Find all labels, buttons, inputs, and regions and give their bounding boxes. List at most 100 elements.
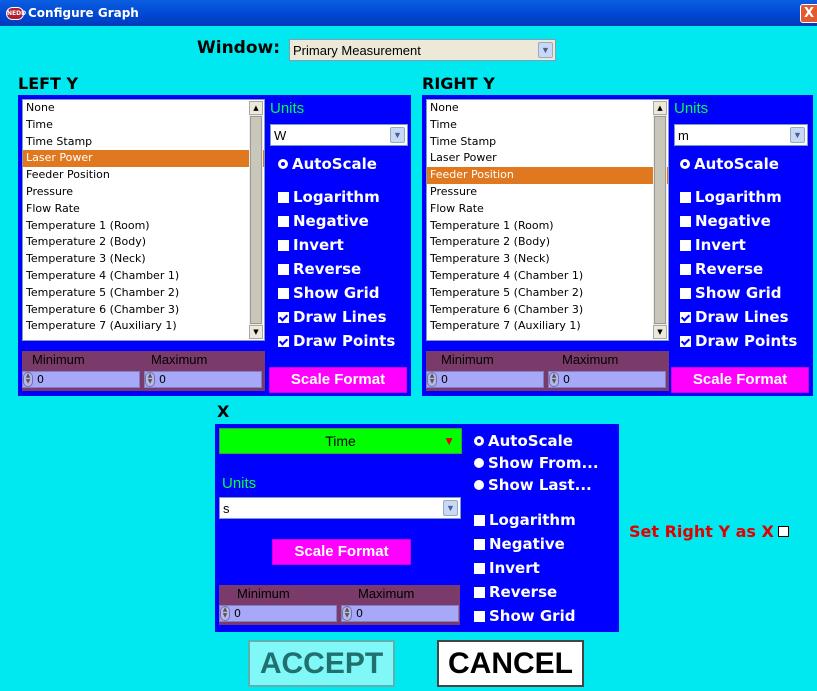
scroll-down-icon[interactable]: ▼	[249, 325, 263, 339]
list-item[interactable]: Laser Power	[23, 150, 264, 168]
right-y-negative-label: Negative	[695, 212, 771, 230]
list-item[interactable]: Temperature 5 (Chamber 2)	[23, 285, 264, 302]
right-y-show-grid-checkbox[interactable]: Show Grid	[680, 284, 781, 302]
scroll-up-icon[interactable]: ▲	[653, 101, 667, 115]
caret-down-icon[interactable]: ▼	[443, 429, 455, 453]
list-item[interactable]: Temperature 5 (Chamber 2)	[427, 285, 668, 302]
list-item[interactable]: Temperature 1 (Room)	[23, 218, 264, 235]
spinner-icon[interactable]: ▲ ▼	[427, 372, 437, 387]
spinner-icon[interactable]: ▲ ▼	[145, 372, 155, 387]
scroll-thumb[interactable]	[654, 116, 666, 324]
list-item[interactable]: Temperature 4 (Chamber 1)	[427, 268, 668, 285]
x-max-input[interactable]: ▲ ▼ 0	[341, 605, 459, 622]
scroll-thumb[interactable]	[250, 116, 262, 324]
window-select[interactable]: Primary Measurement ▼	[289, 39, 556, 61]
x-reverse-checkbox[interactable]: Reverse	[474, 583, 557, 601]
x-show-last-radio[interactable]: Show Last...	[474, 476, 592, 494]
x-show-grid-checkbox[interactable]: Show Grid	[474, 607, 575, 625]
left-y-logarithm-checkbox[interactable]: Logarithm	[278, 188, 380, 206]
left-y-min-input[interactable]: ▲ ▼ 0	[22, 371, 140, 388]
list-item[interactable]: Temperature 3 (Neck)	[427, 251, 668, 268]
left-y-autoscale-radio[interactable]: AutoScale	[278, 155, 377, 173]
list-item[interactable]: Pressure	[427, 184, 668, 201]
checkbox-icon[interactable]	[777, 526, 789, 537]
cancel-button[interactable]: CANCEL	[437, 640, 584, 687]
list-item[interactable]: Temperature 2 (Body)	[23, 234, 264, 251]
chevron-down-icon[interactable]: ▼	[790, 127, 805, 143]
spinner-icon[interactable]: ▲ ▼	[549, 372, 559, 387]
list-item[interactable]: Temperature 4 (Chamber 1)	[23, 268, 264, 285]
list-item[interactable]: Temperature 1 (Room)	[427, 218, 668, 235]
list-item[interactable]: None	[427, 100, 668, 117]
x-autoscale-radio[interactable]: AutoScale	[474, 432, 573, 450]
list-item[interactable]: Temperature 7 (Auxiliary 1)	[427, 318, 668, 335]
right-y-source-list[interactable]: None Time Time Stamp Laser Power Feeder Posi…	[426, 99, 669, 341]
right-y-heading: RIGHT Y	[422, 74, 495, 93]
checkbox-icon	[680, 287, 691, 299]
left-y-max-input[interactable]: ▲ ▼ 0	[144, 371, 262, 388]
left-y-scrollbar[interactable]: ▲ ▼	[249, 101, 263, 339]
list-item[interactable]: Feeder Position	[23, 167, 264, 184]
spinner-icon[interactable]: ▲ ▼	[23, 372, 33, 387]
right-y-autoscale-radio[interactable]: AutoScale	[680, 155, 779, 173]
list-item[interactable]: Temperature 3 (Neck)	[23, 251, 264, 268]
spinner-icon[interactable]: ▲ ▼	[342, 606, 352, 621]
left-y-invert-checkbox[interactable]: Invert	[278, 236, 344, 254]
right-y-units-select[interactable]: m ▼	[674, 124, 808, 146]
scroll-up-icon[interactable]: ▲	[249, 101, 263, 115]
chevron-down-icon[interactable]: ▼	[443, 500, 458, 516]
list-item[interactable]: Feeder Position	[427, 167, 668, 184]
right-y-reverse-checkbox[interactable]: Reverse	[680, 260, 763, 278]
list-item[interactable]: Time	[427, 117, 668, 134]
list-item[interactable]: Flow Rate	[427, 201, 668, 218]
list-item[interactable]: None	[23, 100, 264, 117]
list-item[interactable]: Pressure	[23, 184, 264, 201]
right-y-draw-points-checkbox[interactable]: Draw Points	[680, 332, 797, 350]
accept-button[interactable]: ACCEPT	[248, 640, 395, 687]
left-y-source-list[interactable]: None Time Time Stamp Laser Power Feeder Posi…	[22, 99, 265, 341]
left-y-draw-points-checkbox[interactable]: Draw Points	[278, 332, 395, 350]
radio-icon	[474, 480, 484, 490]
checkbox-icon	[278, 287, 289, 299]
right-y-scale-format-button[interactable]: Scale Format	[671, 367, 809, 393]
x-show-from-radio[interactable]: Show From...	[474, 454, 599, 472]
x-logarithm-checkbox[interactable]: Logarithm	[474, 511, 576, 529]
left-y-reverse-checkbox[interactable]: Reverse	[278, 260, 361, 278]
left-y-scale-format-button[interactable]: Scale Format	[269, 367, 407, 393]
list-item[interactable]: Temperature 6 (Chamber 3)	[23, 302, 264, 319]
chevron-down-icon[interactable]: ▼	[390, 127, 405, 143]
list-item[interactable]: Temperature 6 (Chamber 3)	[427, 302, 668, 319]
left-y-draw-lines-checkbox[interactable]: Draw Lines	[278, 308, 387, 326]
list-item[interactable]: Time	[23, 117, 264, 134]
list-item[interactable]: Temperature 7 (Auxiliary 1)	[23, 318, 264, 335]
right-y-scrollbar[interactable]: ▲ ▼	[653, 101, 667, 339]
left-y-units-select[interactable]: W ▼	[270, 124, 408, 146]
x-source-select[interactable]: Time ▼	[219, 428, 462, 454]
x-scale-format-button[interactable]: Scale Format	[272, 539, 411, 565]
right-y-max-input[interactable]: ▲ ▼ 0	[548, 371, 666, 388]
close-button[interactable]: X	[800, 4, 817, 23]
x-invert-checkbox[interactable]: Invert	[474, 559, 540, 577]
right-y-draw-lines-label: Draw Lines	[695, 308, 789, 326]
window-title: Configure Graph	[28, 6, 139, 20]
x-heading: X	[217, 402, 230, 421]
list-item[interactable]: Time Stamp	[427, 134, 668, 151]
x-units-select[interactable]: s ▼	[219, 497, 461, 519]
chevron-down-icon[interactable]: ▼	[538, 42, 553, 58]
list-item[interactable]: Temperature 2 (Body)	[427, 234, 668, 251]
list-item[interactable]: Time Stamp	[23, 134, 264, 151]
left-y-negative-checkbox[interactable]: Negative	[278, 212, 369, 230]
right-y-negative-checkbox[interactable]: Negative	[680, 212, 771, 230]
right-y-logarithm-checkbox[interactable]: Logarithm	[680, 188, 782, 206]
x-negative-checkbox[interactable]: Negative	[474, 535, 565, 553]
scroll-down-icon[interactable]: ▼	[653, 325, 667, 339]
x-min-input[interactable]: ▲ ▼ 0	[219, 605, 337, 622]
right-y-draw-lines-checkbox[interactable]: Draw Lines	[680, 308, 789, 326]
right-y-min-input[interactable]: ▲ ▼ 0	[426, 371, 544, 388]
right-y-invert-checkbox[interactable]: Invert	[680, 236, 746, 254]
list-item[interactable]: Flow Rate	[23, 201, 264, 218]
set-right-y-as-x-checkbox[interactable]: Set Right Y as X	[629, 522, 789, 541]
left-y-show-grid-checkbox[interactable]: Show Grid	[278, 284, 379, 302]
list-item[interactable]: Laser Power	[427, 150, 668, 167]
spinner-icon[interactable]: ▲ ▼	[220, 606, 230, 621]
